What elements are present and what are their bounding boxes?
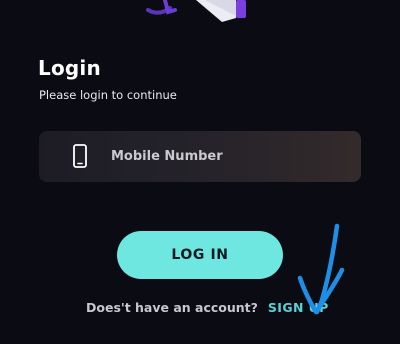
login-button[interactable]: LOG IN <box>117 231 283 279</box>
login-subtitle: Please login to continue <box>39 88 177 102</box>
signup-question-text: Does't have an account? <box>86 300 258 315</box>
mobile-phone-icon <box>73 144 87 168</box>
mobile-number-field[interactable] <box>39 131 361 182</box>
mobile-number-input[interactable] <box>111 131 341 182</box>
header-illustration <box>146 0 246 22</box>
login-title: Login <box>38 56 101 80</box>
arrow-annotation-icon <box>297 223 345 315</box>
